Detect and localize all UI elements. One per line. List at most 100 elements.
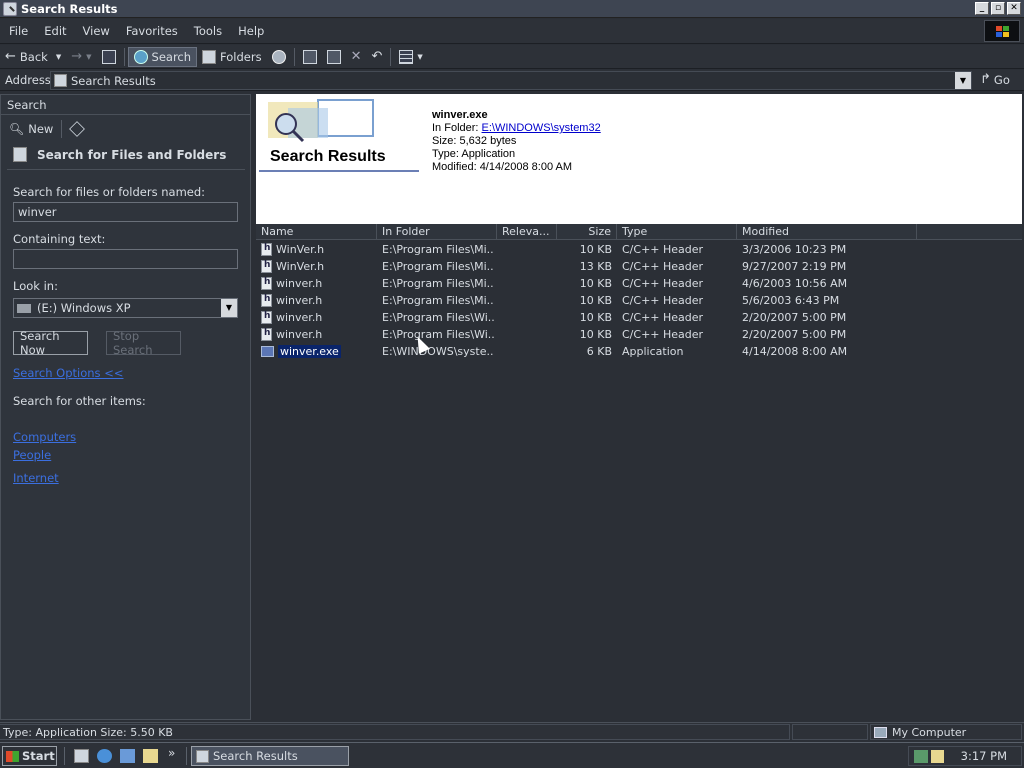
col-in-folder[interactable]: In Folder <box>377 224 497 240</box>
maximize-button[interactable]: ▫ <box>991 2 1005 15</box>
search-results-icon <box>54 74 67 87</box>
search-label: Search <box>151 49 192 64</box>
address-dropdown-icon[interactable]: ▼ <box>955 72 971 89</box>
in-folder-link[interactable]: E:\WINDOWS\system32 <box>482 122 601 134</box>
header-file-icon <box>261 294 272 307</box>
col-modified[interactable]: Modified <box>737 224 917 240</box>
file-size: 10 KB <box>579 277 612 290</box>
col-name[interactable]: Name <box>256 224 377 240</box>
show-desktop-icon[interactable] <box>74 749 89 763</box>
file-type: Application <box>622 345 684 358</box>
status-zone: My Computer <box>870 724 1022 740</box>
history-button[interactable] <box>267 47 291 67</box>
taskbar-search-results-button[interactable]: Search Results <box>191 746 349 766</box>
table-row[interactable]: winver.h E:\Program Files\Wi... 10 KB C/… <box>256 309 1022 326</box>
menu-tools[interactable]: Tools <box>186 24 230 38</box>
results-list: WinVer.h E:\Program Files\Mi... 10 KB C/… <box>256 241 1022 360</box>
standard-toolbar: ← Back ▼ → ▼ Search Folders ✕ ↶ ▼ <box>0 45 1024 69</box>
table-row-selected[interactable]: winver.exe E:\WINDOWS\syste... 6 KB Appl… <box>256 343 1022 360</box>
file-modified: 5/6/2003 6:43 PM <box>742 294 840 307</box>
table-row[interactable]: winver.h E:\Program Files\Mi... 10 KB C/… <box>256 292 1022 309</box>
windows-logo-icon <box>984 20 1020 42</box>
col-type[interactable]: Type <box>617 224 737 240</box>
drive-icon <box>17 303 31 313</box>
close-button[interactable]: ✕ <box>1007 2 1021 15</box>
table-row[interactable]: WinVer.h E:\Program Files\Mi... 10 KB C/… <box>256 241 1022 258</box>
detail-modified: Modified: 4/14/2008 8:00 AM <box>432 161 573 173</box>
detail-size: Size: 5,632 bytes <box>432 135 517 147</box>
col-relevance[interactable]: Releva... <box>497 224 557 240</box>
menu-favorites[interactable]: Favorites <box>118 24 186 38</box>
minimize-button[interactable]: _ <box>975 2 989 15</box>
folders-label: Folders <box>220 49 262 64</box>
search-help-button[interactable] <box>65 119 89 139</box>
menu-file[interactable]: File <box>1 24 36 38</box>
file-modified: 3/3/2006 10:23 PM <box>742 243 847 256</box>
search-now-button[interactable]: Search Now <box>13 329 88 357</box>
file-name: WinVer.h <box>276 260 325 273</box>
clock[interactable]: 3:17 PM <box>961 749 1007 763</box>
up-folder-icon <box>101 49 116 64</box>
address-bar: Address Search Results ▼ ↱ Go <box>0 70 1024 91</box>
search-launch-icon[interactable] <box>143 749 158 763</box>
col-size[interactable]: Size <box>557 224 617 240</box>
computers-link[interactable]: Computers <box>13 430 76 444</box>
table-row[interactable]: winver.h E:\Program Files\Wi... 10 KB C/… <box>256 326 1022 343</box>
look-in-select[interactable]: (E:) Windows XP ▼ <box>13 298 238 318</box>
go-button[interactable]: ↱ Go <box>980 72 1010 87</box>
stop-search-button[interactable]: Stop Search <box>106 329 181 357</box>
look-in-dropdown-icon[interactable]: ▼ <box>221 299 237 317</box>
menu-view[interactable]: View <box>75 24 118 38</box>
outlook-express-icon[interactable] <box>120 749 135 763</box>
detail-filename: winver.exe <box>432 109 488 121</box>
internet-explorer-icon[interactable] <box>97 749 112 763</box>
views-button[interactable]: ▼ <box>394 47 427 67</box>
folders-icon <box>202 49 217 64</box>
file-folder: E:\Program Files\Wi... <box>382 328 494 341</box>
search-window-icon <box>3 1 17 16</box>
menu-help[interactable]: Help <box>230 24 272 38</box>
start-button[interactable]: Start <box>2 746 57 766</box>
network-icon[interactable] <box>914 749 928 763</box>
back-button[interactable]: ← Back ▼ <box>0 47 66 67</box>
search-options-link[interactable]: Search Options << <box>13 366 123 380</box>
delete-button[interactable]: ✕ <box>346 47 367 67</box>
forward-button[interactable]: → ▼ <box>66 47 96 67</box>
chevron-icon[interactable]: » <box>168 746 175 760</box>
file-name: winver.h <box>276 328 323 341</box>
security-icon[interactable] <box>931 749 944 763</box>
containing-text-input[interactable] <box>13 249 238 269</box>
new-search-button[interactable]: 🔍︎ New <box>4 119 58 139</box>
search-button[interactable]: Search <box>127 46 198 67</box>
views-icon <box>399 49 414 64</box>
up-folder-button[interactable] <box>97 47 121 67</box>
copy-to-icon <box>326 49 341 64</box>
search-globe-icon <box>133 49 148 64</box>
header-file-icon <box>261 260 272 273</box>
menu-edit[interactable]: Edit <box>36 24 74 38</box>
internet-link[interactable]: Internet <box>13 471 59 485</box>
status-text: Type: Application Size: 5.50 KB <box>0 724 790 740</box>
file-name: WinVer.h <box>276 243 325 256</box>
forward-dropdown-icon[interactable]: ▼ <box>86 53 91 61</box>
table-row[interactable]: winver.h E:\Program Files\Mi... 10 KB C/… <box>256 275 1022 292</box>
status-bar: Type: Application Size: 5.50 KB My Compu… <box>0 722 1024 740</box>
in-folder-label: In Folder: <box>432 122 482 134</box>
named-label: Search for files or folders named: <box>13 185 206 199</box>
file-modified: 2/20/2007 5:00 PM <box>742 328 847 341</box>
back-dropdown-icon[interactable]: ▼ <box>56 53 61 61</box>
filename-input[interactable] <box>13 202 238 222</box>
move-to-button[interactable] <box>298 47 322 67</box>
people-link[interactable]: People <box>13 448 51 462</box>
search-pane-header: Search <box>1 95 250 115</box>
table-row[interactable]: WinVer.h E:\Program Files\Mi... 13 KB C/… <box>256 258 1022 275</box>
undo-button[interactable]: ↶ <box>366 47 387 67</box>
my-computer-icon <box>874 726 887 738</box>
selected-file-details: winver.exe In Folder: E:\WINDOWS\system3… <box>432 109 601 174</box>
search-pane: Search 🔍︎ New Search for Files and Folde… <box>0 94 251 720</box>
file-size: 10 KB <box>579 311 612 324</box>
copy-to-button[interactable] <box>322 47 346 67</box>
address-label: Address <box>5 73 51 87</box>
address-field[interactable]: Search Results ▼ <box>50 71 972 90</box>
folders-button[interactable]: Folders <box>197 47 267 67</box>
